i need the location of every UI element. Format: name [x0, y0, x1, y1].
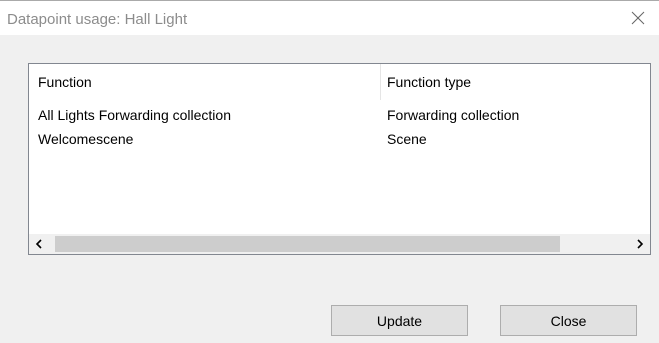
function-list[interactable]: Function Function type All Lights Forwar… [28, 63, 651, 255]
list-row[interactable]: All Lights Forwarding collection Forward… [29, 104, 650, 126]
chevron-left-icon[interactable] [29, 234, 49, 254]
cell-function: All Lights Forwarding collection [38, 107, 231, 123]
dialog-title: Datapoint usage: Hall Light [7, 11, 188, 28]
title-bar: Datapoint usage: Hall Light [0, 1, 659, 35]
update-button[interactable]: Update [331, 305, 468, 336]
chevron-right-icon[interactable] [630, 234, 650, 254]
column-header-function[interactable]: Function [38, 64, 92, 100]
close-icon[interactable] [617, 1, 659, 35]
column-divider[interactable] [380, 64, 381, 100]
cell-function: Welcomescene [38, 131, 134, 147]
list-row[interactable]: Welcomescene Scene [29, 128, 650, 150]
column-header-function-type[interactable]: Function type [387, 64, 471, 100]
dialog-window: Datapoint usage: Hall Light Function Fun… [0, 0, 659, 343]
cell-function-type: Scene [387, 131, 427, 147]
close-button[interactable]: Close [500, 305, 637, 336]
scrollbar-thumb[interactable] [55, 236, 560, 252]
horizontal-scrollbar[interactable] [29, 234, 650, 254]
cell-function-type: Forwarding collection [387, 107, 520, 123]
list-header: Function Function type [29, 64, 650, 100]
